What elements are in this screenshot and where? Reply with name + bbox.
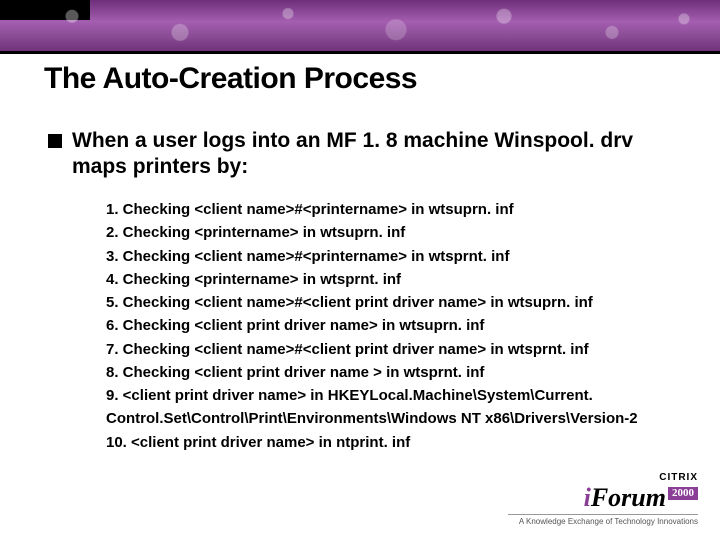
step-item: 1. Checking <client name>#<printername> … xyxy=(106,198,666,221)
step-item: 4. Checking <printername> in wtsprnt. in… xyxy=(106,268,666,291)
footer-logo: CITRIX iForum2000 A Knowledge Exchange o… xyxy=(508,473,698,526)
logo-tagline: A Knowledge Exchange of Technology Innov… xyxy=(508,518,698,526)
step-item: 8. Checking <client print driver name > … xyxy=(106,361,666,384)
slide-title: The Auto-Creation Process xyxy=(44,62,417,96)
lead-text: When a user logs into an MF 1. 8 machine… xyxy=(72,128,680,181)
logo-iforum: iForum2000 xyxy=(508,485,698,511)
step-item: 9. <client print driver name> in HKEYLoc… xyxy=(106,384,666,431)
lead-bullet-row: When a user logs into an MF 1. 8 machine… xyxy=(48,128,680,181)
square-bullet-icon xyxy=(48,134,62,148)
step-item: 10. <client print driver name> in ntprin… xyxy=(106,431,666,454)
decorative-banner xyxy=(0,0,720,54)
logo-underline xyxy=(508,514,698,515)
logo-forum: Forum xyxy=(591,483,666,512)
banner-separator xyxy=(0,51,720,54)
logo-brand-top: CITRIX xyxy=(508,473,698,483)
step-item: 7. Checking <client name>#<client print … xyxy=(106,338,666,361)
logo-year: 2000 xyxy=(668,487,698,500)
step-item: 2. Checking <printername> in wtsuprn. in… xyxy=(106,221,666,244)
logo-i: i xyxy=(584,483,591,512)
step-item: 3. Checking <client name>#<printername> … xyxy=(106,245,666,268)
steps-list: 1. Checking <client name>#<printername> … xyxy=(106,198,666,454)
step-item: 6. Checking <client print driver name> i… xyxy=(106,314,666,337)
banner-black-bar xyxy=(0,0,90,20)
step-item: 5. Checking <client name>#<client print … xyxy=(106,291,666,314)
